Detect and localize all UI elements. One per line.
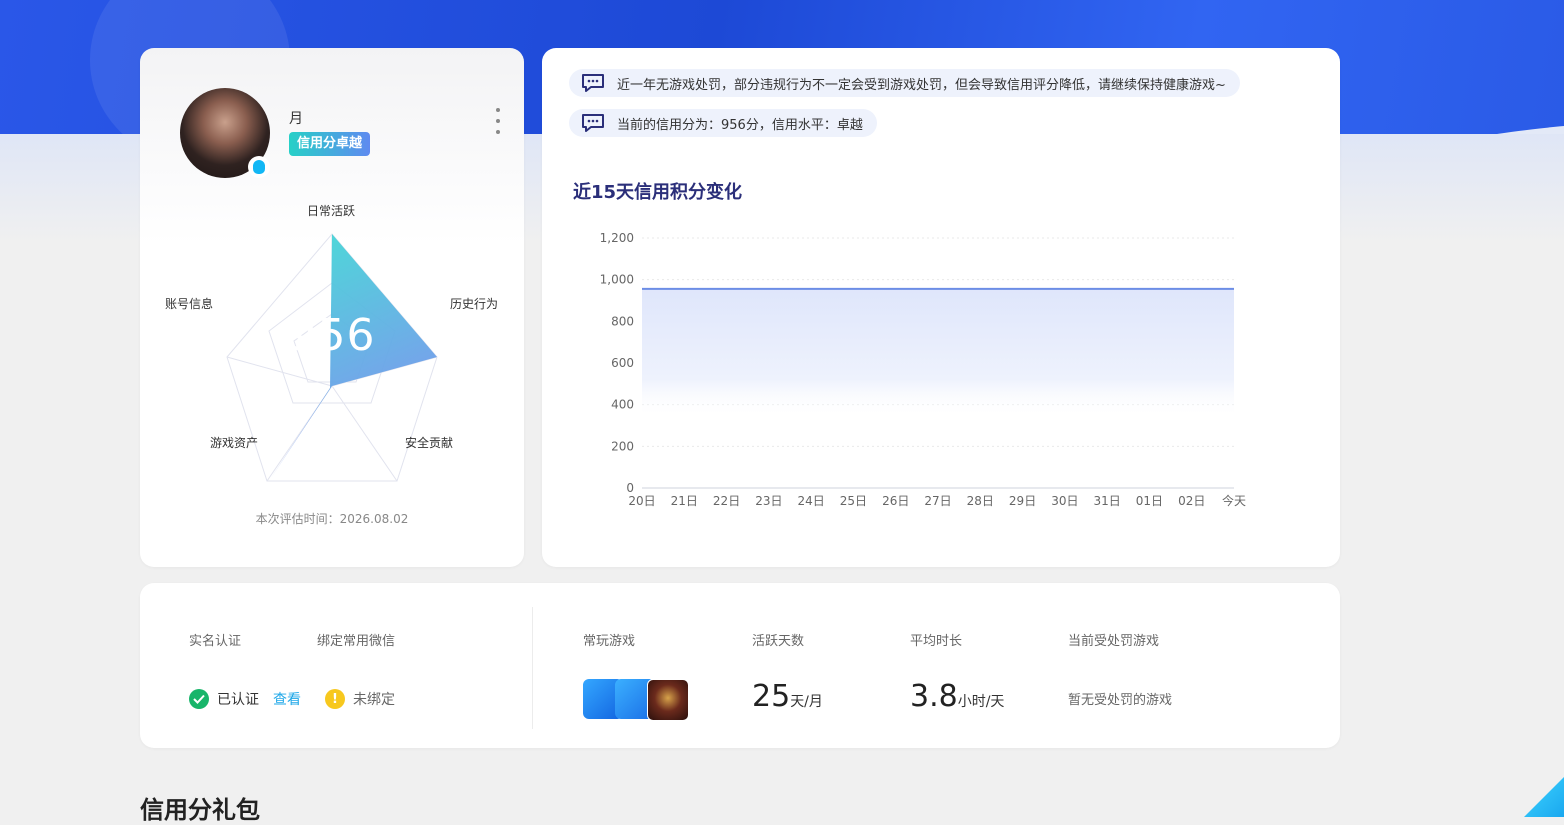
eval-time: 本次评估时间：2026.08.02: [140, 510, 524, 527]
username: 月: [289, 111, 303, 127]
message-icon: [582, 114, 604, 132]
game-icon-3[interactable]: [647, 679, 689, 721]
active-days-unit: 天/月: [790, 694, 823, 710]
verified-text: 已认证: [217, 692, 259, 708]
x-tick-label: 27日: [924, 494, 951, 508]
radar-label-history: 历史行为: [450, 297, 499, 311]
verification-status: 已认证 查看 ! 未绑定: [189, 688, 395, 710]
avg-time-number: 3.8: [910, 679, 958, 714]
profile-card: 月 信用分卓越 日常活跃 历史行为 安全贡献 游戏资产 账号信息 956 本次评…: [140, 48, 524, 567]
frequent-games-list: [583, 679, 693, 721]
avg-time-unit: 小时/天: [957, 694, 1005, 710]
real-name-label: 实名认证: [189, 634, 242, 649]
stats-divider: [532, 607, 533, 729]
x-tick-label: 01日: [1136, 494, 1163, 508]
stats-card: 实名认证 绑定常用微信 已认证 查看 ! 未绑定 常玩游戏 活跃天数 25天/月…: [140, 583, 1340, 748]
view-verification-link[interactable]: 查看: [273, 689, 301, 709]
x-tick-label: 21日: [671, 494, 698, 508]
x-tick-label: 23日: [755, 494, 782, 508]
notice-score-text: 当前的信用分为：956分，信用水平：卓越: [617, 117, 863, 133]
x-tick-label: 今天: [1222, 493, 1246, 508]
wechat-unbound-text[interactable]: 未绑定: [353, 689, 395, 709]
credit-level-badge: 信用分卓越: [289, 132, 371, 156]
y-tick-label: 400: [611, 398, 634, 412]
check-circle-icon: [189, 689, 209, 709]
active-days-value: 25天/月: [752, 679, 823, 714]
active-days-label: 活跃天数: [752, 634, 805, 649]
frequent-games-label: 常玩游戏: [583, 634, 636, 649]
x-tick-label: 26日: [882, 494, 909, 508]
punished-games-value: 暂无受处罚的游戏: [1068, 693, 1173, 708]
x-tick-label: 30日: [1051, 494, 1078, 508]
credit-score: 956: [288, 310, 376, 361]
y-tick-label: 600: [611, 356, 634, 370]
chart-area: [642, 288, 1234, 418]
eval-time-label: 本次评估时间：: [255, 512, 340, 526]
x-tick-label: 20日: [628, 494, 655, 508]
x-tick-label: 22日: [713, 494, 740, 508]
y-tick-label: 0: [626, 481, 634, 495]
y-tick-label: 1,200: [600, 231, 634, 245]
x-tick-label: 24日: [798, 494, 825, 508]
avg-time-label: 平均时长: [910, 634, 963, 649]
corner-decoration: [1524, 777, 1564, 817]
section-title-gift: 信用分礼包: [140, 796, 260, 824]
exclamation-circle-icon: !: [325, 689, 345, 709]
more-vert-icon[interactable]: [490, 108, 506, 134]
y-tick-label: 200: [611, 439, 634, 453]
chart-card: 近一年无游戏处罚，部分违规行为不一定会受到游戏处罚，但会导致信用评分降低，请继续…: [542, 48, 1340, 567]
radar-label-security: 安全贡献: [405, 436, 454, 450]
chart-title: 近15天信用积分变化: [573, 182, 743, 203]
avg-time-value: 3.8小时/天: [910, 679, 1004, 714]
active-days-number: 25: [752, 679, 791, 714]
notice-score: 当前的信用分为：956分，信用水平：卓越: [569, 109, 877, 137]
x-tick-label: 02日: [1178, 494, 1205, 508]
radar-label-daily: 日常活跃: [307, 204, 356, 218]
eval-time-value: 2026.08.02: [339, 512, 409, 526]
radar-label-assets: 游戏资产: [210, 436, 259, 450]
qq-icon: [248, 156, 270, 178]
notice-penalty-text: 近一年无游戏处罚，部分违规行为不一定会受到游戏处罚，但会导致信用评分降低，请继续…: [617, 77, 1226, 93]
message-icon: [582, 74, 604, 92]
x-tick-label: 25日: [840, 494, 867, 508]
x-tick-label: 29日: [1009, 494, 1036, 508]
x-tick-label: 31日: [1094, 494, 1121, 508]
y-tick-label: 800: [611, 314, 634, 328]
credit-line-chart: 0 200 400 600 800 1,000 1,200 20日 21日 22日 23日 24日 25…: [600, 231, 1246, 508]
x-tick-label: 28日: [967, 494, 994, 508]
punished-games-label: 当前受处罚游戏: [1068, 634, 1160, 649]
y-tick-label: 1,000: [600, 273, 634, 287]
notice-penalty: 近一年无游戏处罚，部分违规行为不一定会受到游戏处罚，但会导致信用评分降低，请继续…: [569, 69, 1240, 97]
radar-label-account: 账号信息: [165, 297, 214, 311]
wechat-label: 绑定常用微信: [317, 634, 396, 649]
